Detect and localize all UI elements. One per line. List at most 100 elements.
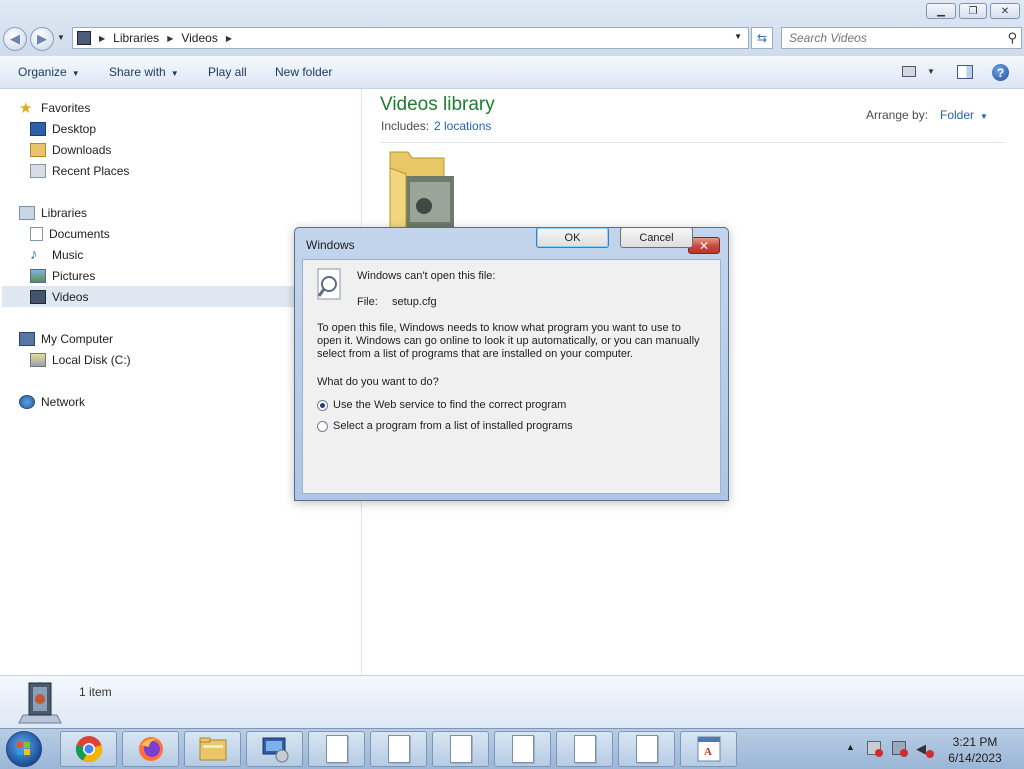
new-folder-button[interactable]: New folder: [275, 65, 332, 79]
computer-icon: [19, 331, 35, 346]
volume-muted-icon[interactable]: ◀: [916, 741, 934, 758]
nav-libraries[interactable]: Libraries: [19, 202, 87, 223]
dialog-question: What do you want to do?: [317, 376, 439, 388]
nav-downloads[interactable]: Downloads: [30, 139, 111, 160]
includes-locations-link[interactable]: 2 locations: [434, 119, 491, 133]
folder-thumbnail-icon[interactable]: [386, 148, 456, 228]
library-title: Videos library: [380, 94, 495, 115]
address-history-dropdown[interactable]: ▼: [734, 32, 742, 41]
item-count: 1 item: [79, 685, 112, 699]
firefox-icon: [138, 737, 163, 761]
forward-button[interactable]: ▶: [30, 27, 54, 51]
document-icon: [387, 735, 410, 763]
network-status-icon[interactable]: [892, 741, 908, 757]
document-icon: [511, 735, 534, 763]
nav-label: Desktop: [52, 121, 97, 136]
nav-recent-places[interactable]: Recent Places: [30, 160, 129, 181]
minimize-button[interactable]: ▁: [926, 3, 956, 19]
includes-label: Includes:: [381, 119, 430, 133]
back-button[interactable]: ◀: [3, 27, 27, 51]
nav-label: Local Disk (C:): [52, 352, 131, 367]
network-icon: [19, 394, 35, 409]
breadcrumb-libraries[interactable]: Libraries: [113, 31, 159, 45]
nav-label: Network: [41, 394, 86, 409]
nav-label: Pictures: [52, 268, 96, 283]
taskbar-chrome[interactable]: [60, 731, 117, 767]
nav-favorites[interactable]: ★ Favorites: [19, 97, 90, 118]
taskbar-explorer[interactable]: [184, 731, 241, 767]
organize-button[interactable]: Organize ▼: [18, 65, 80, 79]
videos-film-icon: [30, 289, 46, 304]
nav-videos[interactable]: Videos: [2, 286, 298, 307]
option-installed-programs[interactable]: Select a program from a list of installe…: [317, 418, 617, 434]
chevron-down-icon: ▼: [170, 69, 179, 78]
desktop-icon: [30, 121, 46, 136]
play-all-button[interactable]: Play all: [208, 65, 247, 79]
clock-date: 6/14/2023: [948, 751, 1002, 765]
chevron-right-icon[interactable]: ▶: [167, 34, 173, 43]
taskbar-document-3[interactable]: [432, 731, 489, 767]
taskbar-document-1[interactable]: [308, 731, 365, 767]
view-options-dropdown[interactable]: ▼: [927, 67, 935, 76]
nav-pictures[interactable]: Pictures: [30, 265, 95, 286]
chevron-right-icon[interactable]: ▶: [226, 34, 232, 43]
help-icon[interactable]: ?: [992, 64, 1009, 81]
document-icon: [449, 735, 472, 763]
show-hidden-icons-button[interactable]: ▲: [846, 742, 855, 752]
pictures-icon: [30, 268, 46, 283]
taskbar-remote-desktop[interactable]: [246, 731, 303, 767]
preview-pane-icon[interactable]: [957, 65, 973, 79]
restore-button[interactable]: ❐: [959, 3, 987, 19]
file-explorer-icon: [199, 737, 226, 761]
taskbar-firefox[interactable]: [122, 731, 179, 767]
refresh-icon: ⇆: [756, 31, 768, 45]
recent-pages-dropdown[interactable]: ▼: [57, 33, 65, 42]
nav-network[interactable]: Network: [19, 391, 85, 412]
nav-documents[interactable]: Documents: [30, 223, 110, 244]
arrange-by-dropdown[interactable]: Folder ▼: [940, 108, 988, 122]
action-center-warning-icon[interactable]: [867, 741, 883, 757]
taskbar-document-4[interactable]: [494, 731, 551, 767]
nav-label: Videos: [52, 289, 89, 304]
dialog-title: Windows: [306, 238, 355, 252]
taskbar-document-6[interactable]: [618, 731, 675, 767]
refresh-button[interactable]: ⇆: [751, 27, 773, 49]
minimize-icon: ▁: [937, 5, 945, 17]
option-web-service[interactable]: Use the Web service to find the correct …: [317, 397, 617, 413]
start-button[interactable]: [6, 731, 42, 767]
windows-logo-icon: [17, 742, 30, 755]
nav-label: Downloads: [52, 142, 112, 157]
ok-button[interactable]: OK: [536, 227, 609, 248]
nav-music[interactable]: ♪ Music: [30, 244, 83, 265]
nav-local-disk[interactable]: Local Disk (C:): [30, 349, 131, 370]
content-divider: [380, 142, 1006, 143]
taskbar-document-2[interactable]: [370, 731, 427, 767]
cancel-button[interactable]: Cancel: [620, 227, 693, 248]
taskbar-wordpad[interactable]: A: [680, 731, 737, 767]
search-icon[interactable]: ⚲: [1007, 30, 1017, 46]
system-clock[interactable]: 3:21 PM 6/14/2023: [940, 734, 1010, 766]
radio-installed-programs[interactable]: [317, 421, 328, 432]
nav-my-computer[interactable]: My Computer: [19, 328, 113, 349]
search-box[interactable]: ⚲: [781, 27, 1022, 49]
share-with-button[interactable]: Share with ▼: [109, 65, 179, 79]
nav-label: Music: [52, 247, 84, 262]
search-input[interactable]: [782, 28, 1004, 48]
breadcrumb-videos[interactable]: Videos: [181, 31, 217, 45]
close-icon: ✕: [698, 238, 710, 253]
option-installed-programs-label: Select a program from a list of installe…: [333, 420, 573, 432]
hard-disk-icon: [30, 352, 46, 367]
radio-web-service[interactable]: [317, 400, 328, 411]
address-bar[interactable]: ▶ Libraries ▶ Videos ▶ ▼: [72, 27, 749, 49]
nav-desktop[interactable]: Desktop: [30, 118, 96, 139]
open-with-dialog: Windows ✕ Windows can't open this file: …: [294, 227, 729, 501]
wordpad-icon: A: [697, 736, 720, 762]
close-window-button[interactable]: ✕: [990, 3, 1020, 19]
chevron-right-icon[interactable]: ▶: [99, 34, 105, 43]
taskbar: A ▲ ◀ 3:21 PM 6/14/2023: [0, 728, 1024, 769]
chevron-down-icon: ▼: [980, 112, 988, 121]
change-view-icon[interactable]: [902, 66, 916, 77]
taskbar-document-5[interactable]: [556, 731, 613, 767]
dialog-explanation-line-2: open it. Windows can go online to look i…: [317, 335, 700, 347]
documents-icon: [30, 226, 43, 241]
